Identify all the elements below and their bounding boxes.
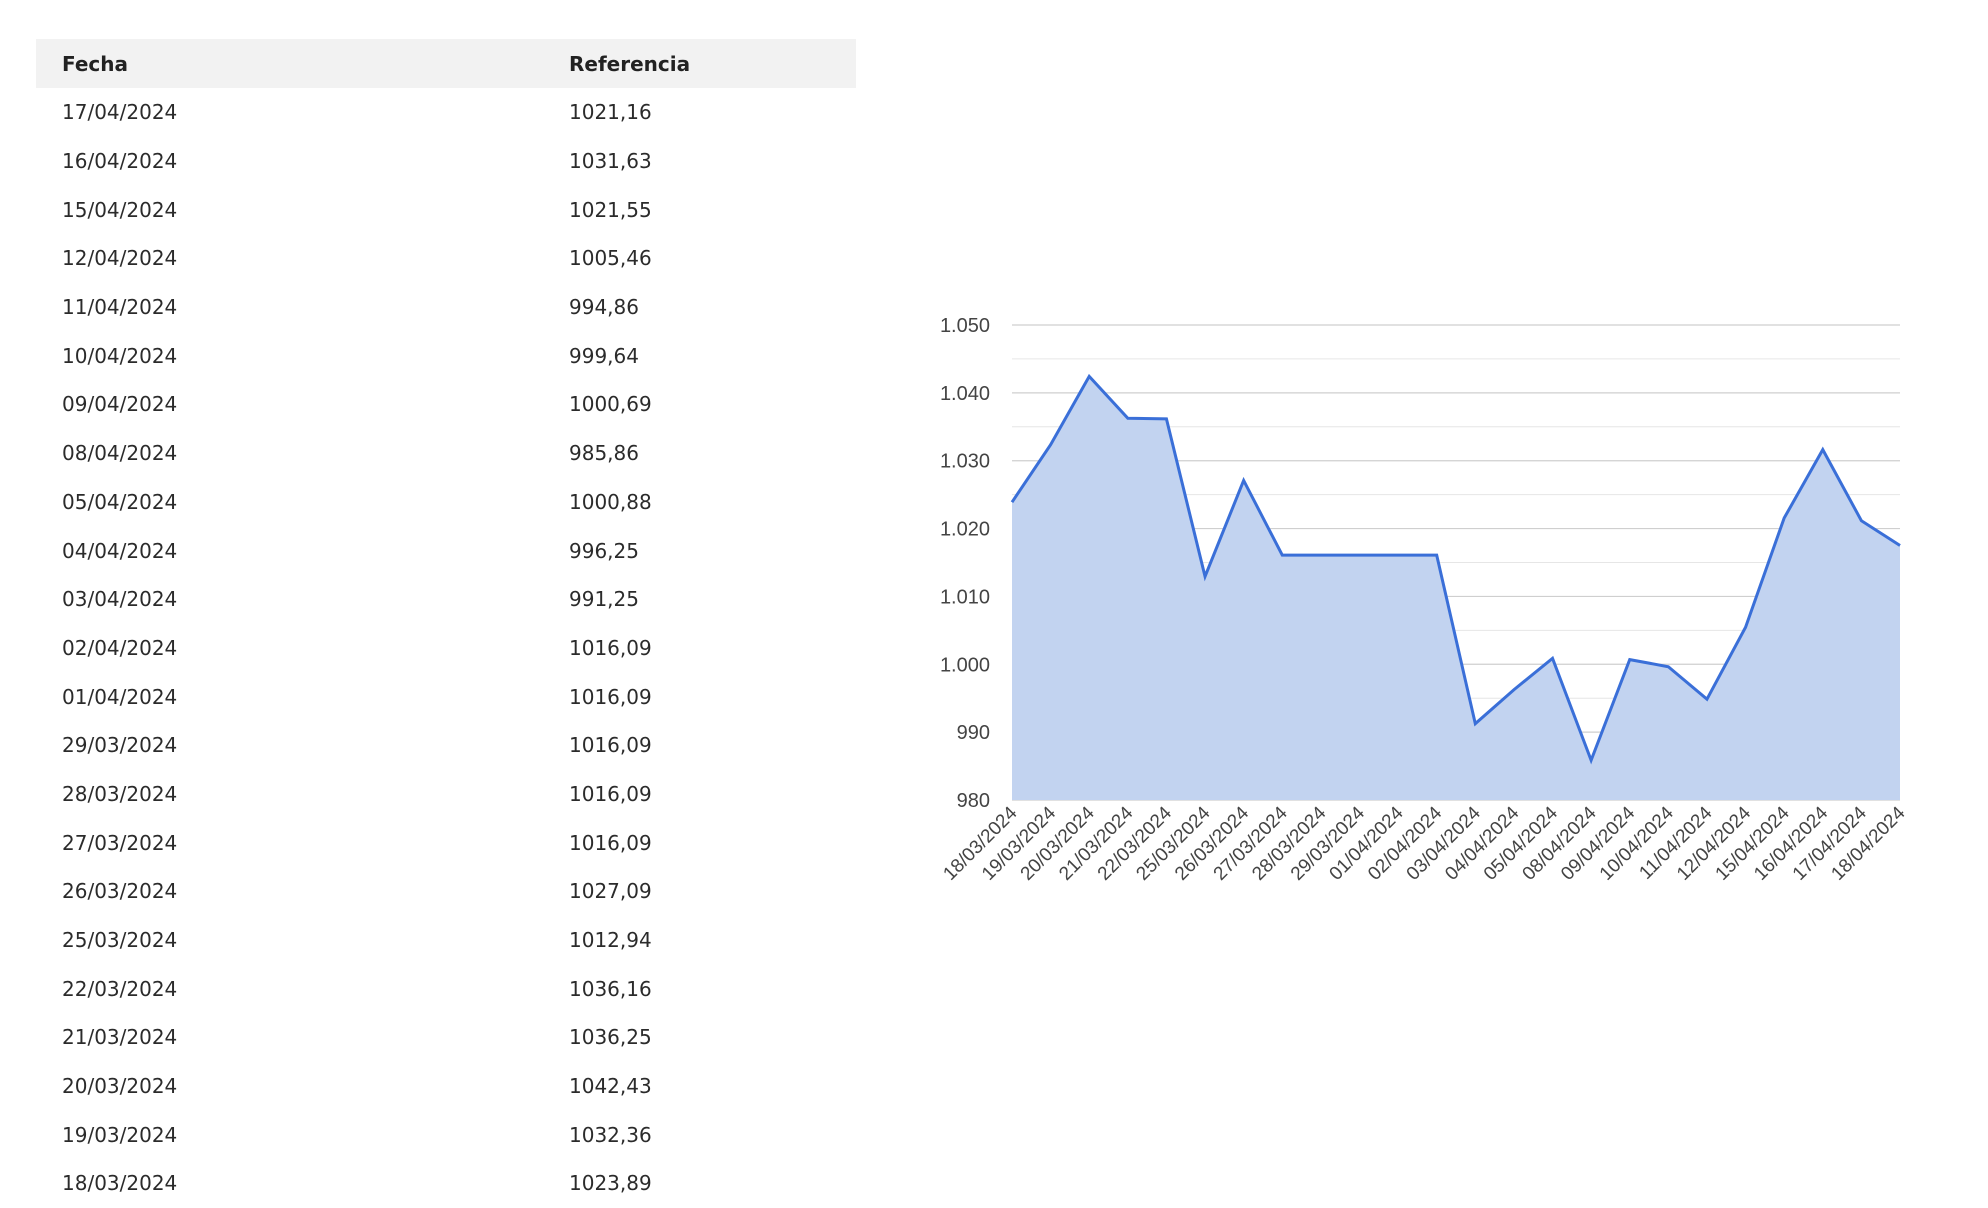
header-fecha: Fecha xyxy=(62,51,129,76)
cell-fecha: 09/04/2024 xyxy=(62,392,178,417)
cell-referencia: 1031,63 xyxy=(569,149,652,174)
cell-referencia: 1023,89 xyxy=(569,1171,652,1196)
cell-fecha: 11/04/2024 xyxy=(62,295,178,320)
cell-fecha: 08/04/2024 xyxy=(62,441,178,466)
cell-referencia: 1042,43 xyxy=(569,1074,652,1099)
table-row: 17/04/2024 1021,16 xyxy=(36,88,856,137)
cell-referencia: 991,25 xyxy=(569,587,639,612)
cell-referencia: 1027,09 xyxy=(569,879,652,904)
cell-fecha: 16/04/2024 xyxy=(62,149,178,174)
cell-fecha: 29/03/2024 xyxy=(62,733,178,758)
cell-referencia: 1036,16 xyxy=(569,976,652,1001)
table-row: 02/04/2024 1016,09 xyxy=(36,624,856,673)
cell-referencia: 1000,88 xyxy=(569,489,652,514)
table-row: 10/04/2024 999,64 xyxy=(36,331,856,380)
cell-referencia: 1000,69 xyxy=(569,392,652,417)
cell-fecha: 25/03/2024 xyxy=(62,928,178,953)
cell-referencia: 1016,09 xyxy=(569,733,652,758)
table-row: 26/03/2024 1027,09 xyxy=(36,867,856,916)
cell-fecha: 27/03/2024 xyxy=(62,830,178,855)
cell-referencia: 1021,55 xyxy=(569,197,652,222)
table-row: 20/03/2024 1042,43 xyxy=(36,1062,856,1111)
cell-referencia: 996,25 xyxy=(569,538,639,563)
cell-fecha: 03/04/2024 xyxy=(62,587,178,612)
table-row: 18/03/2024 1023,89 xyxy=(36,1159,856,1208)
table-row: 19/03/2024 1032,36 xyxy=(36,1110,856,1159)
table-body: 17/04/2024 1021,16 16/04/2024 1031,63 15/04/… xyxy=(36,88,856,1208)
table-row: 22/03/2024 1036,16 xyxy=(36,964,856,1013)
table-row: 29/03/2024 1016,09 xyxy=(36,721,856,770)
y-tick-label: 1.020 xyxy=(940,519,990,541)
data-table: Fecha Referencia 17/04/2024 1021,16 16/04/… xyxy=(36,39,856,1208)
table-header: Fecha Referencia xyxy=(36,39,856,88)
y-tick-label: 1.050 xyxy=(940,315,990,337)
cell-referencia: 1016,09 xyxy=(569,635,652,660)
cell-fecha: 12/04/2024 xyxy=(62,246,178,271)
y-tick-label: 980 xyxy=(957,790,990,812)
cell-referencia: 1005,46 xyxy=(569,246,652,271)
cell-referencia: 1012,94 xyxy=(569,928,652,953)
cell-referencia: 999,64 xyxy=(569,343,639,368)
table-row: 01/04/2024 1016,09 xyxy=(36,672,856,721)
cell-fecha: 17/04/2024 xyxy=(62,100,178,125)
chart-svg: 9809901.0001.0101.0201.0301.0401.05018/0… xyxy=(939,315,1909,885)
cell-referencia: 1036,25 xyxy=(569,1025,652,1050)
cell-fecha: 05/04/2024 xyxy=(62,489,178,514)
table-row: 08/04/2024 985,86 xyxy=(36,429,856,478)
table-row: 04/04/2024 996,25 xyxy=(36,526,856,575)
cell-referencia: 994,86 xyxy=(569,295,639,320)
cell-fecha: 15/04/2024 xyxy=(62,197,178,222)
area-fill xyxy=(1012,376,1900,800)
cell-referencia: 1016,09 xyxy=(569,830,652,855)
table-row: 09/04/2024 1000,69 xyxy=(36,380,856,429)
table-row: 27/03/2024 1016,09 xyxy=(36,818,856,867)
y-tick-label: 1.010 xyxy=(940,586,990,608)
table-row: 05/04/2024 1000,88 xyxy=(36,478,856,527)
table-row: 25/03/2024 1012,94 xyxy=(36,916,856,965)
table-row: 28/03/2024 1016,09 xyxy=(36,770,856,819)
y-tick-label: 1.040 xyxy=(940,383,990,405)
y-tick-label: 1.030 xyxy=(940,451,990,473)
cell-fecha: 10/04/2024 xyxy=(62,343,178,368)
cell-referencia: 1016,09 xyxy=(569,781,652,806)
y-tick-label: 1.000 xyxy=(940,654,990,676)
table-row: 16/04/2024 1031,63 xyxy=(36,137,856,186)
header-referencia: Referencia xyxy=(569,51,691,76)
table-row: 15/04/2024 1021,55 xyxy=(36,185,856,234)
cell-referencia: 1032,36 xyxy=(569,1122,652,1147)
cell-fecha: 18/03/2024 xyxy=(62,1171,178,1196)
table-row: 12/04/2024 1005,46 xyxy=(36,234,856,283)
cell-fecha: 21/03/2024 xyxy=(62,1025,178,1050)
table-row: 03/04/2024 991,25 xyxy=(36,575,856,624)
area-chart: 980 990 1.000 1.010 1.020 1.030 1.040 1.050 18/0… xyxy=(900,280,1920,940)
cell-referencia: 985,86 xyxy=(569,441,639,466)
cell-referencia: 1016,09 xyxy=(569,684,652,709)
cell-referencia: 1021,16 xyxy=(569,100,652,125)
cell-fecha: 20/03/2024 xyxy=(62,1074,178,1099)
table-row: 11/04/2024 994,86 xyxy=(36,283,856,332)
y-tick-label: 990 xyxy=(957,722,990,744)
cell-fecha: 02/04/2024 xyxy=(62,635,178,660)
cell-fecha: 04/04/2024 xyxy=(62,538,178,563)
cell-fecha: 26/03/2024 xyxy=(62,879,178,904)
table-row: 21/03/2024 1036,25 xyxy=(36,1013,856,1062)
cell-fecha: 01/04/2024 xyxy=(62,684,178,709)
cell-fecha: 19/03/2024 xyxy=(62,1122,178,1147)
cell-fecha: 22/03/2024 xyxy=(62,976,178,1001)
cell-fecha: 28/03/2024 xyxy=(62,781,178,806)
